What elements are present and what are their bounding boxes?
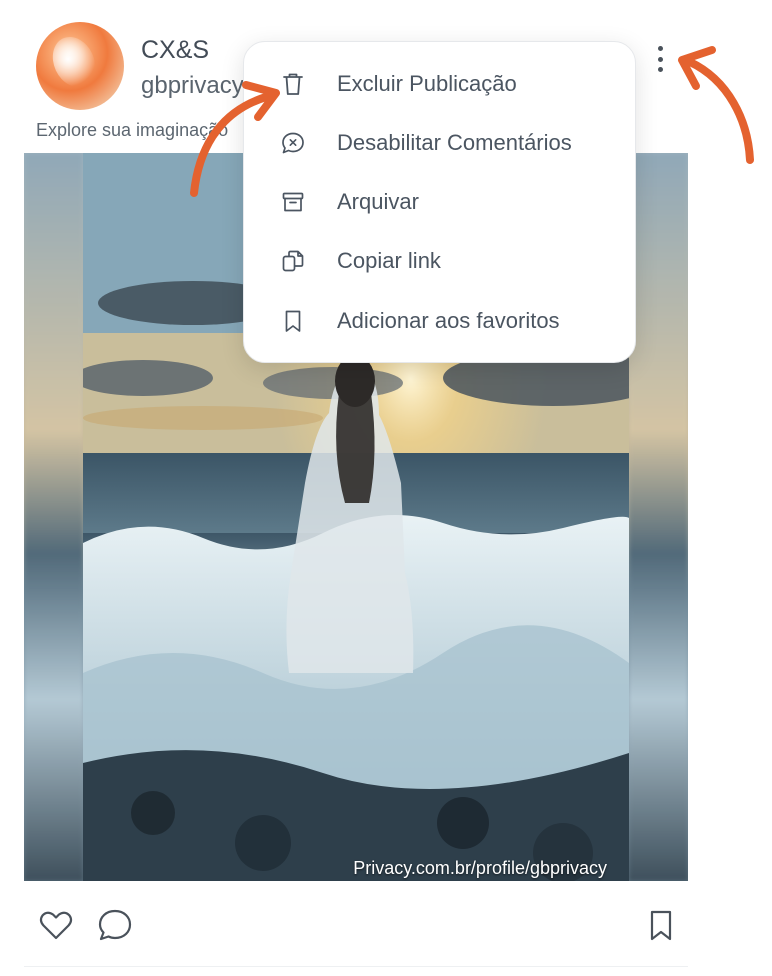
menu-item-label: Arquivar [337, 189, 419, 214]
divider [24, 966, 688, 967]
menu-item-label: Copiar link [337, 248, 441, 273]
post-options-menu: Excluir Publicação Desabilitar Comentári… [243, 41, 636, 363]
heart-icon[interactable] [36, 905, 76, 945]
menu-item-label: Desabilitar Comentários [337, 130, 572, 155]
menu-item-label: Adicionar aos favoritos [337, 308, 560, 333]
avatar[interactable] [36, 22, 124, 110]
watermark: Privacy.com.br/profile/gbprivacy [353, 858, 607, 878]
media-blur-right [629, 153, 688, 881]
menu-item-label: Excluir Publicação [337, 71, 517, 96]
post-actions [0, 895, 772, 955]
author-name[interactable]: CX&S [141, 36, 209, 65]
menu-item-copy-link[interactable]: Copiar link [244, 232, 635, 290]
menu-item-disable-comments[interactable]: Desabilitar Comentários [244, 114, 635, 172]
annotation-arrow-right [678, 46, 754, 164]
media-blur-left [24, 153, 83, 881]
menu-item-add-favorites[interactable]: Adicionar aos favoritos [244, 292, 635, 350]
annotation-arrow-left [190, 81, 280, 197]
comment-icon[interactable] [95, 905, 135, 945]
menu-item-delete-post[interactable]: Excluir Publicação [244, 55, 635, 113]
copy-icon [280, 248, 306, 274]
bookmark-icon [280, 308, 306, 334]
bookmark-icon[interactable] [641, 905, 681, 945]
menu-item-archive[interactable]: Arquivar [244, 173, 635, 231]
